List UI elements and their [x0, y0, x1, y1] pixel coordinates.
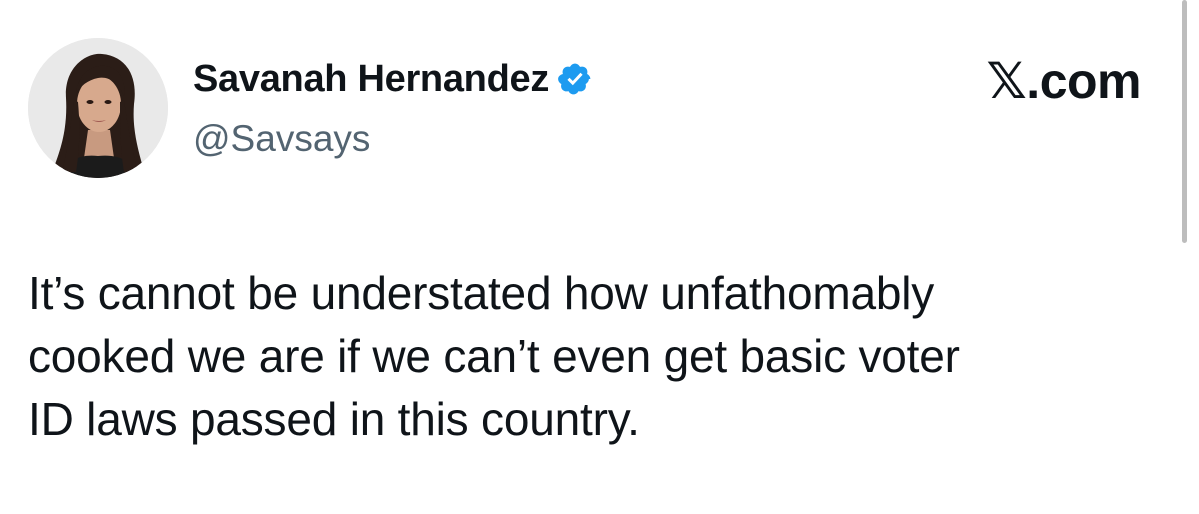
author-name-row: Savanah Hernandez — [193, 56, 593, 102]
scrollbar[interactable] — [1182, 0, 1187, 243]
author-display-name[interactable]: Savanah Hernandez — [193, 58, 549, 101]
tweet-text: It’s cannot be understated how unfathoma… — [28, 262, 1148, 451]
x-brand-label: 𝕏.com — [986, 53, 1142, 109]
verified-badge-icon — [557, 61, 593, 97]
author-avatar[interactable] — [28, 38, 168, 178]
tweet-text-line: ID laws passed in this country. — [28, 393, 640, 445]
tweet-text-line: It’s cannot be understated how unfathoma… — [28, 267, 935, 319]
author-handle[interactable]: @Savsays — [193, 118, 370, 160]
tweet-text-line: cooked we are if we can’t even get basic… — [28, 330, 960, 382]
profile-photo — [28, 38, 168, 178]
